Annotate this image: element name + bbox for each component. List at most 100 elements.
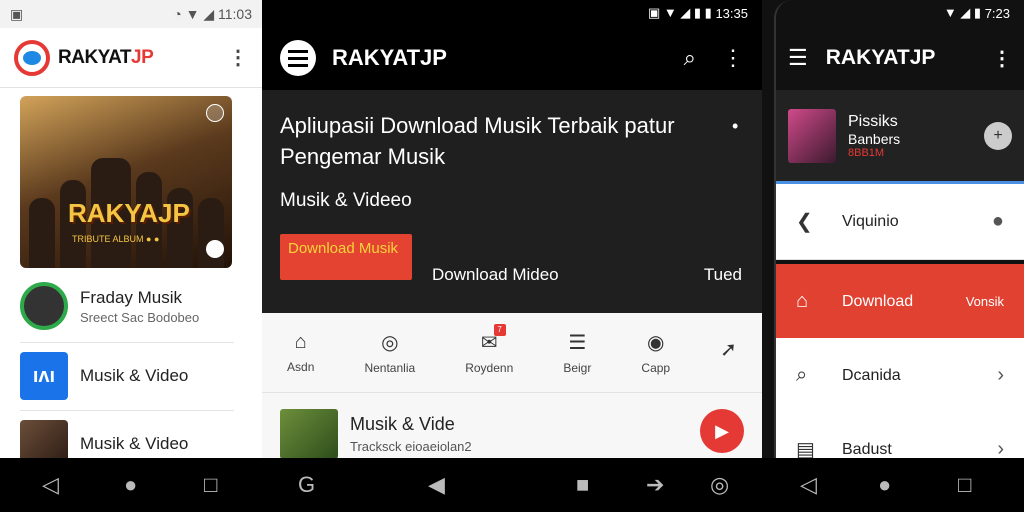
menu-icon[interactable]: ☰ bbox=[788, 45, 808, 71]
play-icon: ▶ bbox=[715, 420, 729, 441]
home-icon[interactable]: ● bbox=[878, 472, 891, 498]
panel-drawer: ▼ ◢ ▮ 7:23 ☰ RAKYATJP ⋮ Pissiks Banbers … bbox=[762, 0, 1024, 458]
album-cover[interactable]: RAKYAJP TRIBUTE ALBUM ● ● bbox=[20, 96, 232, 268]
clipboard-icon: ▤ bbox=[796, 439, 815, 458]
profile-subname: Banbers bbox=[848, 131, 901, 147]
app-bar: RAKYATJP ⋮ bbox=[0, 28, 262, 88]
album-subtitle: TRIBUTE ALBUM ● ● bbox=[72, 234, 160, 244]
menu-item[interactable]: ❮ Viquinio ● bbox=[776, 184, 1024, 260]
recents-icon[interactable]: ■ bbox=[576, 472, 589, 498]
menu-item-label: Badust bbox=[842, 440, 892, 458]
nav-bar: ⌂ Asdn ◎ Nentanlia ✉ 7 Roydenn ☰ Beigr ◉ Capp … bbox=[262, 313, 762, 393]
nav-item-capp[interactable]: ◉ Capp bbox=[641, 330, 670, 375]
chevron-right-icon: › bbox=[997, 438, 1004, 458]
camera-icon: ◉ bbox=[647, 332, 665, 354]
brand-title: RAKYATJP bbox=[825, 46, 936, 69]
nav-item-beigr[interactable]: ☰ Beigr bbox=[563, 330, 591, 375]
menu-item-active[interactable]: ⌂ Download Vonsik bbox=[776, 264, 1024, 340]
more-icon[interactable]: ⋮ bbox=[992, 46, 1012, 71]
signal-icon: ▣ ▼ ◢ ▮ ▮ bbox=[647, 5, 716, 20]
wifi-icon: ◔ ▼ ◢ bbox=[173, 5, 218, 22]
more-dot-icon: • bbox=[732, 116, 739, 136]
recents-icon[interactable]: □ bbox=[958, 472, 971, 498]
list-item-title: Musik & Video bbox=[80, 434, 189, 453]
menu-item-label: Download bbox=[842, 292, 914, 310]
home-icon: ⌂ bbox=[796, 290, 809, 312]
status-time: 13:35 bbox=[715, 5, 748, 21]
profile-name: Pissiks bbox=[848, 113, 898, 130]
thumbnail bbox=[20, 420, 68, 458]
search-icon[interactable]: ⌕ bbox=[684, 45, 696, 71]
share-icon: ➚ bbox=[720, 339, 737, 361]
menu-item[interactable]: ⌕ Dcanida › bbox=[776, 338, 1024, 414]
back-icon: ❮ bbox=[796, 211, 813, 233]
tued-link[interactable]: Tued bbox=[704, 265, 742, 285]
list-icon: ☰ bbox=[568, 332, 587, 354]
gear-icon[interactable] bbox=[206, 104, 224, 122]
menu-item-label: Dcanida bbox=[842, 366, 901, 384]
nav-item-nentanlia[interactable]: ◎ Nentanlia bbox=[364, 330, 415, 375]
back-icon[interactable]: ◁ bbox=[42, 472, 59, 498]
nav-item-roydenn[interactable]: ✉ 7 Roydenn bbox=[465, 324, 513, 375]
list-item-title: Musik & Vide bbox=[350, 414, 455, 434]
album-title: RAKYAJP bbox=[68, 198, 190, 228]
avatar bbox=[20, 282, 68, 330]
nav-item-share[interactable]: ➚ bbox=[720, 337, 737, 368]
download-music-button[interactable]: Download Musik bbox=[280, 234, 412, 280]
search-icon: ⌕ bbox=[796, 364, 808, 386]
forward-icon[interactable]: ➔ bbox=[646, 472, 664, 498]
play-button[interactable]: ▶ bbox=[700, 409, 744, 453]
divider bbox=[20, 410, 234, 411]
status-bar: ▣ ◔ ▼ ◢ 11:03 bbox=[0, 0, 262, 28]
add-icon[interactable]: + bbox=[984, 122, 1012, 150]
home-icon[interactable]: ● bbox=[124, 472, 137, 498]
status-time: 11:03 bbox=[218, 5, 252, 22]
list-item[interactable]: Musik & Vide Tracksck eioaeiolan2 bbox=[280, 409, 472, 458]
brand-title: RAKYATJP bbox=[332, 45, 447, 70]
profile-header[interactable]: Pissiks Banbers 8BB1M + bbox=[776, 90, 1024, 182]
profile-tag: 8BB1M bbox=[848, 147, 885, 159]
status-bar: ▣ ▼ ◢ ▮ ▮ 13:35 bbox=[262, 0, 762, 26]
home-icon: ⌂ bbox=[294, 331, 307, 353]
list-item-subtitle: Sreect Sac Bodobeo bbox=[80, 309, 200, 325]
notification-badge: 7 bbox=[493, 324, 506, 336]
download-video-link[interactable]: Download Mideo bbox=[432, 265, 559, 285]
list-item[interactable]: Fraday Musik Sreect Sac Bodobeo bbox=[20, 282, 234, 330]
recents-icon[interactable]: □ bbox=[204, 472, 217, 498]
chat-icon: ✉ 7 bbox=[481, 324, 506, 355]
back-icon[interactable]: ◀ bbox=[428, 472, 445, 498]
app-bar: ☰ RAKYATJP ⋮ bbox=[776, 26, 1024, 90]
thumbnail bbox=[280, 409, 338, 458]
app-bar: RAKYATJP ⌕ ⋮ bbox=[262, 26, 762, 90]
menu-item[interactable]: ▤ Badust › bbox=[776, 412, 1024, 458]
brand-title: RAKYATJP bbox=[58, 46, 154, 68]
bottom-sheet: ⌂ Asdn ◎ Nentanlia ✉ 7 Roydenn ☰ Beigr ◉ Capp … bbox=[262, 313, 762, 458]
settings-icon[interactable]: ◎ bbox=[710, 472, 729, 498]
music-icon: ◎ bbox=[381, 332, 399, 354]
headline: Apliupasii Download Musik Terbaik patur … bbox=[280, 113, 675, 169]
more-icon[interactable]: ⋮ bbox=[228, 45, 248, 70]
list-item[interactable]: Musik & Video bbox=[20, 420, 234, 458]
list-item[interactable]: ıʌı Musik & Video bbox=[20, 352, 234, 400]
menu-item-label: Viquinio bbox=[842, 212, 899, 230]
more-icon[interactable]: ⋮ bbox=[722, 45, 744, 71]
video-app-icon: ıʌı bbox=[20, 352, 68, 400]
badge-icon bbox=[206, 240, 224, 258]
avatar bbox=[788, 109, 836, 163]
panel-dark: ▣ ▼ ◢ ▮ ▮ 13:35 RAKYATJP ⌕ ⋮ Apliupasii … bbox=[262, 0, 762, 458]
menu-item-end-label: Vonsik bbox=[965, 294, 1004, 309]
menu-icon[interactable] bbox=[280, 40, 316, 76]
nav-item-asdn[interactable]: ⌂ Asdn bbox=[287, 331, 314, 374]
back-icon[interactable]: ◁ bbox=[800, 472, 817, 498]
person-icon: ● bbox=[991, 210, 1004, 232]
divider bbox=[20, 342, 234, 343]
app-logo bbox=[14, 39, 50, 76]
subheading: Musik & Videeo bbox=[280, 190, 412, 211]
image-icon: ▣ bbox=[10, 5, 24, 22]
list-item-subtitle: Tracksck eioaeiolan2 bbox=[350, 439, 472, 454]
google-icon[interactable]: G bbox=[298, 472, 315, 498]
system-nav-bar: ◁ ● □ G ◀ ■ ➔ ◎ ◁ ● □ bbox=[0, 458, 1024, 512]
list-item-title: Musik & Video bbox=[80, 366, 189, 385]
list-item-title: Fraday Musik bbox=[80, 287, 183, 307]
chevron-right-icon: › bbox=[997, 364, 1004, 386]
